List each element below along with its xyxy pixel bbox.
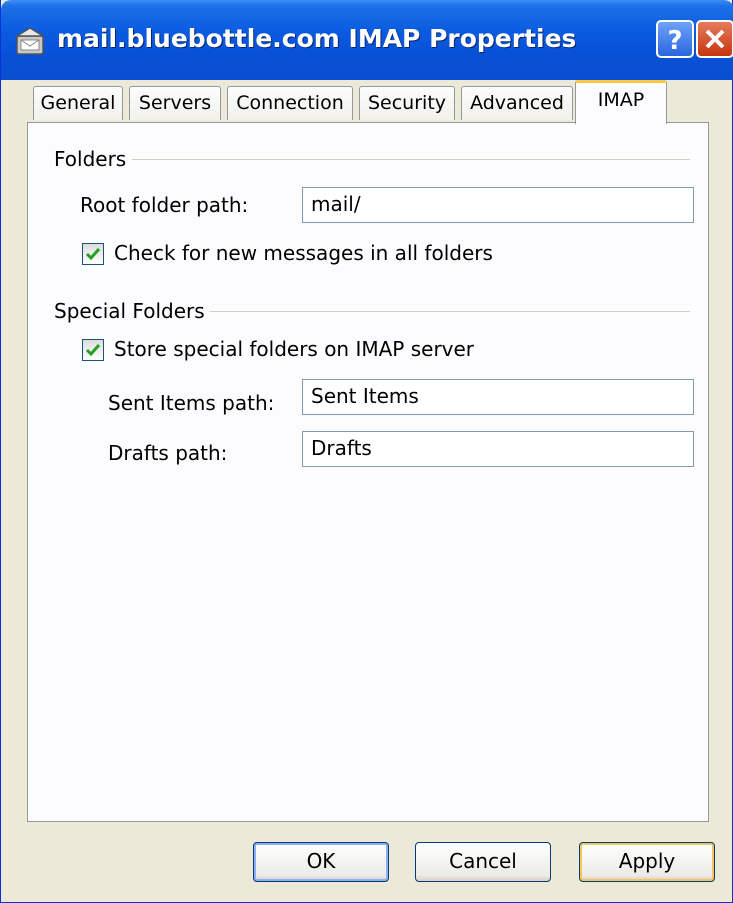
drafts-path-input[interactable]: Drafts bbox=[302, 431, 694, 467]
cancel-button[interactable]: Cancel bbox=[415, 842, 551, 882]
store-special-folders-checkbox[interactable] bbox=[82, 339, 104, 361]
checkmark-icon bbox=[85, 248, 101, 261]
sent-items-path-label: Sent Items path: bbox=[108, 391, 275, 415]
sent-items-path-input[interactable]: Sent Items bbox=[302, 379, 694, 415]
root-folder-path-input[interactable]: mail/ bbox=[302, 187, 694, 223]
folders-group-label: Folders bbox=[54, 147, 127, 171]
special-folders-group-label: Special Folders bbox=[54, 299, 205, 323]
ok-button[interactable]: OK bbox=[253, 842, 389, 882]
check-all-folders-label[interactable]: Check for new messages in all folders bbox=[114, 241, 493, 265]
dialog-window: mail.bluebottle.com IMAP Properties ? Ge… bbox=[0, 0, 733, 903]
tab-servers[interactable]: Servers bbox=[129, 86, 221, 120]
svg-text:?: ? bbox=[667, 26, 682, 56]
tab-imap[interactable]: IMAP bbox=[575, 80, 667, 124]
tab-connection[interactable]: Connection bbox=[227, 86, 353, 120]
window-title: mail.bluebottle.com IMAP Properties bbox=[57, 24, 577, 53]
checkmark-icon bbox=[85, 344, 101, 357]
special-folders-divider bbox=[210, 311, 690, 312]
title-bar[interactable]: mail.bluebottle.com IMAP Properties ? bbox=[1, 0, 733, 80]
tab-general[interactable]: General bbox=[33, 86, 123, 120]
tab-security[interactable]: Security bbox=[359, 86, 455, 120]
tab-panel: Folders Root folder path: mail/ Check fo… bbox=[27, 122, 709, 822]
drafts-path-label: Drafts path: bbox=[108, 441, 228, 465]
folders-divider bbox=[132, 159, 690, 160]
mail-server-icon bbox=[14, 26, 49, 56]
close-icon bbox=[705, 29, 725, 49]
apply-button[interactable]: Apply bbox=[579, 842, 715, 882]
store-special-folders-label[interactable]: Store special folders on IMAP server bbox=[114, 337, 474, 361]
check-all-folders-checkbox[interactable] bbox=[82, 243, 104, 265]
tab-advanced[interactable]: Advanced bbox=[461, 86, 573, 120]
close-button[interactable] bbox=[696, 20, 733, 58]
root-folder-path-label: Root folder path: bbox=[80, 193, 249, 217]
help-button[interactable]: ? bbox=[656, 20, 694, 58]
